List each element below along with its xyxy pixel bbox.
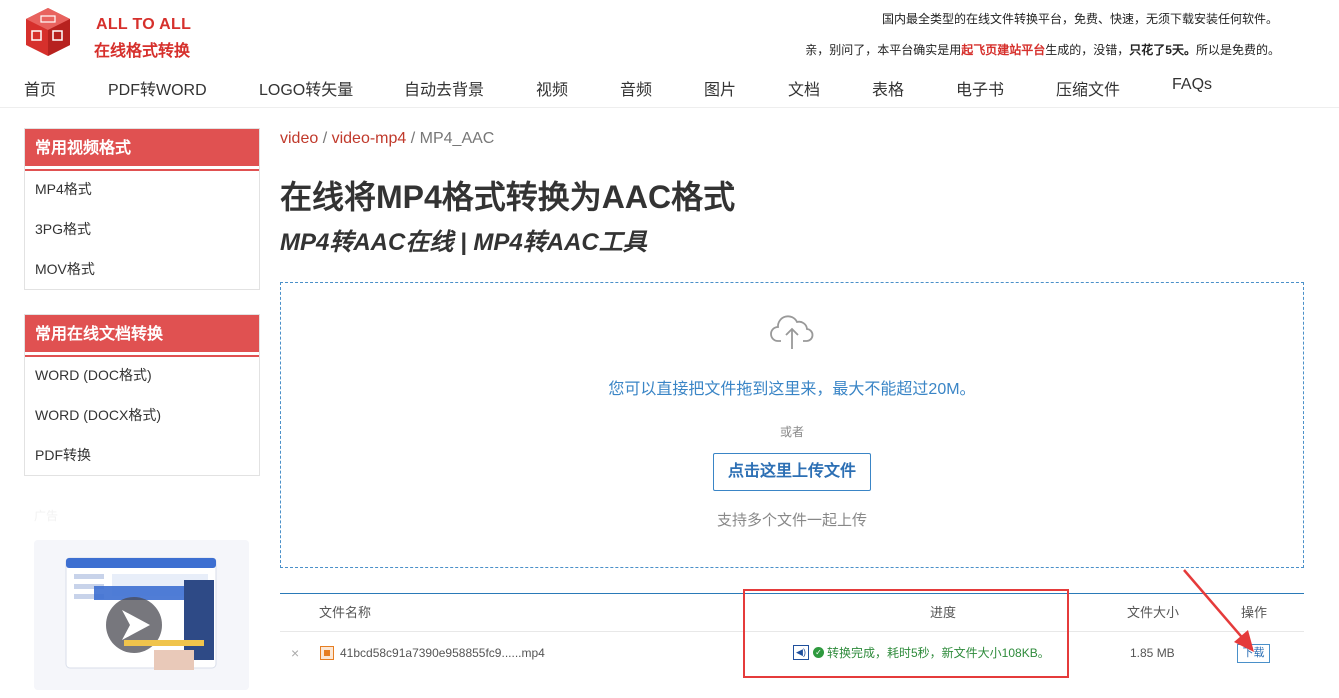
site-header: ALL TO ALL 在线格式转换 国内最全类型的在线文件转换平台，免费、快速，…: [0, 0, 1339, 108]
col-file-name: 文件名称: [319, 605, 372, 620]
sidebar-item-mp4[interactable]: MP4格式: [25, 169, 259, 209]
sidebar-item-word-docx[interactable]: WORD (DOCX格式): [25, 395, 259, 435]
upload-button[interactable]: 点击这里上传文件: [713, 453, 871, 491]
nav-pdf-to-word[interactable]: PDF转WORD: [108, 76, 207, 100]
tagline-suffix: 所以是免费的。: [1195, 43, 1280, 57]
sidebar-video-title: 常用视频格式: [25, 129, 259, 169]
nav-spreadsheet[interactable]: 表格: [872, 76, 904, 100]
nav-ebook[interactable]: 电子书: [956, 76, 1004, 100]
sidebar-video-formats: 常用视频格式 MP4格式 3PG格式 MOV格式: [24, 128, 260, 290]
col-file-size: 文件大小: [1127, 605, 1180, 620]
ad-label: 广告: [34, 509, 59, 523]
breadcrumb: video / video-mp4 / MP4_AAC: [280, 130, 494, 148]
sidebar-item-3pg[interactable]: 3PG格式: [25, 209, 259, 249]
logo-text-en[interactable]: ALL TO ALL: [96, 16, 191, 34]
logo-text-cn[interactable]: 在线格式转换: [94, 37, 190, 61]
nav-document[interactable]: 文档: [788, 76, 820, 100]
logo-cube-icon[interactable]: [24, 6, 72, 58]
tagline-primary: 国内最全类型的在线文件转换平台，免费、快速，无须下载安装任何软件。: [881, 12, 1278, 26]
or-label: 或者: [779, 425, 804, 439]
breadcrumb-separator: /: [318, 130, 332, 147]
nav-home[interactable]: 首页: [24, 76, 56, 100]
nav-faqs[interactable]: FAQs: [1172, 76, 1212, 94]
cloud-upload-icon: [770, 315, 814, 349]
tagline-prefix: 亲，别问了，本平台确实是用: [805, 43, 962, 57]
breadcrumb-video[interactable]: video: [280, 130, 318, 147]
sidebar-item-word-doc[interactable]: WORD (DOC格式): [25, 355, 259, 395]
progress-highlight-box: [743, 589, 1069, 678]
sidebar-item-pdf[interactable]: PDF转换: [25, 435, 259, 475]
file-size: 1.85 MB: [1130, 646, 1175, 660]
builder-link[interactable]: 起飞页建站平台: [961, 43, 1045, 57]
sidebar-item-mov[interactable]: MOV格式: [25, 249, 259, 289]
nav-logo-vector[interactable]: LOGO转矢量: [259, 76, 353, 100]
tagline-mid: 生成的，没错，: [1045, 43, 1130, 57]
video-file-icon: [320, 646, 334, 660]
tagline-days: 只花了5天。: [1129, 43, 1196, 57]
nav-archive[interactable]: 压缩文件: [1056, 76, 1120, 100]
file-name: 41bcd58c91a7390e958855fc9......mp4: [340, 646, 545, 660]
breadcrumb-current: MP4_AAC: [419, 130, 495, 147]
breadcrumb-separator: /: [406, 130, 420, 147]
ad-illustration[interactable]: [34, 540, 249, 690]
nav-image[interactable]: 图片: [704, 76, 736, 100]
nav-video[interactable]: 视频: [536, 76, 568, 100]
annotation-arrow-icon: [1183, 569, 1254, 652]
sidebar-doc-title: 常用在线文档转换: [25, 315, 259, 355]
drop-hint: 您可以直接把文件拖到这里来，最大不能超过20M。: [608, 381, 976, 398]
multi-upload-hint: 支持多个文件一起上传: [716, 512, 867, 529]
page-title: 在线将MP4格式转换为AAC格式: [280, 179, 736, 215]
sidebar-doc-convert: 常用在线文档转换 WORD (DOC格式) WORD (DOCX格式) PDF转…: [24, 314, 260, 476]
remove-file-icon[interactable]: ×: [291, 632, 299, 674]
page-subtitle: MP4转AAC在线 | MP4转AAC工具: [280, 229, 647, 256]
nav-remove-bg[interactable]: 自动去背景: [404, 76, 484, 100]
nav-audio[interactable]: 音频: [620, 76, 652, 100]
main-nav: 首页 PDF转WORD LOGO转矢量 自动去背景 视频 音频 图片 文档 表格…: [0, 76, 1339, 102]
ad-illustration-graphic: [34, 540, 249, 690]
file-drop-zone[interactable]: 您可以直接把文件拖到这里来，最大不能超过20M。 或者 点击这里上传文件 支持多…: [280, 282, 1304, 568]
tagline-secondary: 亲，别问了，本平台确实是用起飞页建站平台生成的，没错，只花了5天。所以是免费的。: [805, 41, 1280, 58]
breadcrumb-video-mp4[interactable]: video-mp4: [332, 130, 407, 147]
